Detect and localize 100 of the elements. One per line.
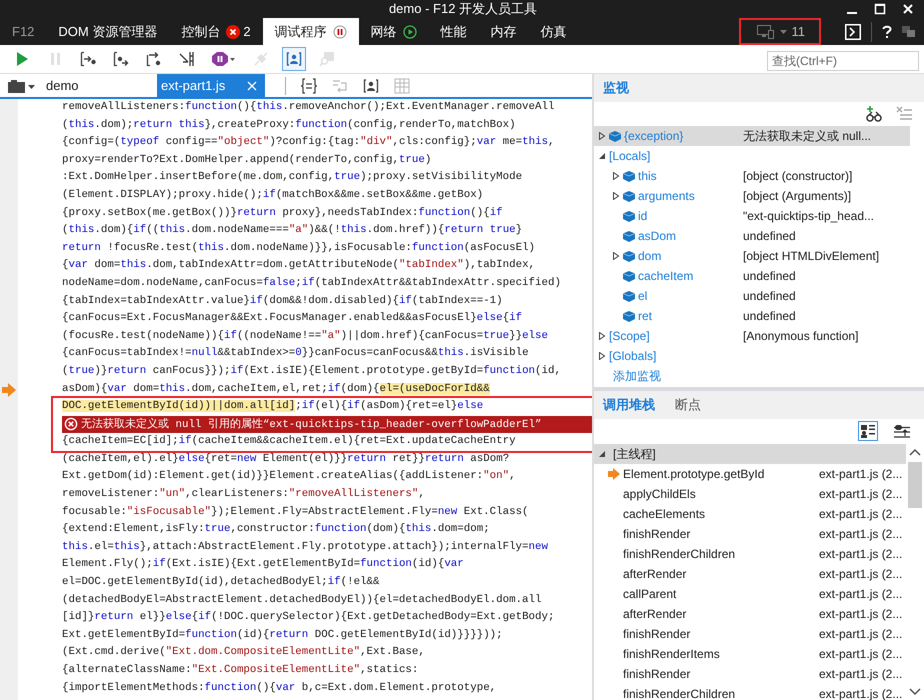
collapsed-triangle-icon[interactable] <box>598 352 606 360</box>
person-braces-icon[interactable] <box>363 78 379 94</box>
watch-row[interactable]: id "ext-quicktips-tip_head... <box>594 206 910 226</box>
code-line: (this.dom){if((this.dom.nodeName==="a")&&(!this.dom.href)){return true} <box>61 223 524 238</box>
chevron-down-icon[interactable] <box>909 688 921 696</box>
stack-frame[interactable]: afterRender ext-part1.js (2... <box>594 564 906 584</box>
stack-frame[interactable]: cacheElements ext-part1.js (2... <box>594 504 906 524</box>
variable-value: "ext-quicktips-tip_head... <box>743 209 874 223</box>
error-message: 无法获取未定义或 null 引用的属性“ext-quicktips-tip_header-overflowPadderEl” <box>62 416 592 434</box>
file-tab[interactable]: demo <box>43 74 142 97</box>
code-line: removeAllListeners:function(){this.removeAnchor();Ext.EventManager.removeAll <box>61 100 556 115</box>
scroll-thumb[interactable] <box>908 462 922 508</box>
console-icon[interactable] <box>845 24 861 40</box>
code-line: DOC.getElementById(id))||dom.all[id];if(el){if(asDom){ret=el}else <box>61 399 484 414</box>
stack-frame[interactable]: Element.prototype.getById ext-part1.js (2... <box>594 464 906 484</box>
search-field[interactable]: 查找(Ctrl+F) <box>767 51 919 71</box>
watch-row[interactable]: {exception} 无法获取未定义或 null... <box>594 126 910 146</box>
collapsed-triangle-icon[interactable] <box>612 252 620 260</box>
stack-frame[interactable]: applyChildEls ext-part1.js (2... <box>594 484 906 504</box>
glasses-plus-icon[interactable] <box>866 106 882 122</box>
watch-row[interactable]: [Scope] [Anonymous function] <box>594 326 910 346</box>
watch-row[interactable]: this [object (constructor)] <box>594 166 910 186</box>
file-tab[interactable]: ext-part1.js <box>157 74 265 97</box>
code-line: (focusRe.test(nodeName)){if((nodeName!=="a")||dom.href){canFocus=true}}else <box>61 328 549 344</box>
variable-name: ret <box>638 309 652 323</box>
code-line: Element.Fly();if(Ext.isIE){Ext.getElementById=function(id){var <box>61 557 465 572</box>
stack-frame[interactable]: finishRenderChildren ext-part1.js (2... <box>594 544 906 564</box>
watch-row[interactable]: el undefined <box>594 286 910 306</box>
code-line: return !focusRe.test(this.dom.nodeName)}},isFocusable:function(asFocusEl) <box>61 240 536 256</box>
code-line: {canFocus=Ext.FocusManager&&Ext.FocusManager.enabled&&asFocusEl}else{if <box>61 311 524 326</box>
watch-row[interactable]: [Globals] <box>594 346 910 366</box>
stack-frame[interactable]: finishRender ext-part1.js (2... <box>594 664 906 684</box>
cube-icon <box>623 250 635 262</box>
help-icon[interactable] <box>882 24 892 38</box>
stack-frame[interactable]: callParent ext-part1.js (2... <box>594 584 906 604</box>
error-count: 2 <box>243 24 251 39</box>
restore-icon[interactable] <box>902 26 916 38</box>
function-name: finishRender <box>623 627 692 641</box>
watch-row[interactable]: [Locals] <box>594 146 910 166</box>
close-icon[interactable] <box>902 3 914 15</box>
monitor-icon <box>756 24 774 38</box>
tool-tab[interactable]: 内存 <box>478 18 529 45</box>
stack-frame[interactable]: afterRender ext-part1.js (2... <box>594 604 906 624</box>
watch-row[interactable]: asDom undefined <box>594 226 910 246</box>
code-line: {proxy.setBox(me.getBox())}return proxy},needsTabIndex:function(){if <box>61 206 504 221</box>
tool-tab[interactable]: 控制台 2 <box>169 18 263 45</box>
frame-location: ext-part1.js (2... <box>819 627 902 641</box>
watch-row[interactable]: dom [object HTMLDivElement] <box>594 246 910 266</box>
function-name: finishRender <box>623 527 692 541</box>
maximize-icon[interactable] <box>874 3 886 15</box>
braces-icon[interactable] <box>301 78 317 94</box>
collapsed-triangle-icon[interactable] <box>598 132 606 140</box>
list-person-button[interactable] <box>858 421 878 441</box>
code-line: (true)}return canFocus}});if(Ext.isIE){Element.prototype.getById=function(id, <box>61 364 562 379</box>
expanded-triangle-icon[interactable] <box>598 450 606 458</box>
collapsed-triangle-icon[interactable] <box>612 172 620 180</box>
magnifier-icon <box>319 51 335 67</box>
code-line: (cacheItem,el).el}else{ret=new Element(el)}}return ret}}return asDom? <box>61 452 510 467</box>
code-line: (Ext.cmd.derive("Ext.dom.CompositeElementLite",Ext.Base, <box>61 645 426 660</box>
cube-icon <box>623 310 635 322</box>
code-line: focusable:"isFocusable"});Element.Fly=AbstractElement.Fly=new Ext.Class( <box>61 504 530 520</box>
bracket-icon <box>179 51 195 67</box>
step-out-icon <box>146 51 162 67</box>
code-line: {alternateClassName:"Ext.CompositeElementLite",statics: <box>61 663 420 678</box>
function-name: finishRenderChildren <box>623 547 736 561</box>
tool-tab[interactable]: 调试程序 <box>262 18 359 45</box>
code-line: nodeName=dom.nodeName,canFocus=false;if(tabIndexAttr&&tabIndexAttr.specified) <box>61 276 562 291</box>
variable-name: [Locals] <box>609 149 650 163</box>
thread-row[interactable]: [主线程] <box>594 444 906 464</box>
add-watch-link[interactable]: 添加监视 <box>613 368 661 384</box>
plug-icon <box>253 51 269 67</box>
chevron-up-icon[interactable] <box>909 448 921 456</box>
variable-name: id <box>638 209 648 223</box>
panel-tab[interactable]: 调用堆栈 <box>603 396 665 414</box>
step-into-icon <box>80 51 96 67</box>
variable-name: el <box>638 289 648 303</box>
panel-tab[interactable]: 断点 <box>675 396 711 414</box>
tool-tab[interactable]: 仿真 <box>528 18 579 45</box>
watch-row[interactable]: ret undefined <box>594 306 910 326</box>
code-line: this.el=this},attach:AbstractElement.Fly.prototype.attach});internalFly=new <box>61 540 549 555</box>
expanded-triangle-icon[interactable] <box>598 152 606 160</box>
tool-tab[interactable]: 网络 <box>358 18 429 45</box>
tool-tab[interactable]: DOM 资源管理器 <box>46 18 170 45</box>
watch-row[interactable]: cacheItem undefined <box>594 266 910 286</box>
watch-row[interactable]: arguments [object (Arguments)] <box>594 186 910 206</box>
function-name: callParent <box>623 587 678 601</box>
stack-frame[interactable]: finishRenderItems ext-part1.js (2... <box>594 644 906 664</box>
folder-icon <box>8 78 35 92</box>
collapsed-triangle-icon[interactable] <box>612 192 620 200</box>
variable-value: [Anonymous function] <box>743 329 858 343</box>
function-name: Element.prototype.getById <box>623 467 766 481</box>
target-selector[interactable]: 11 <box>738 18 821 45</box>
person-braces-button[interactable] <box>282 47 306 71</box>
collapsed-triangle-icon[interactable] <box>598 332 606 340</box>
tool-tab[interactable]: F12 <box>0 18 46 45</box>
error-icon <box>64 417 78 432</box>
stack-frame[interactable]: finishRender ext-part1.js (2... <box>594 624 906 644</box>
tool-tab[interactable]: 性能 <box>428 18 479 45</box>
code-line: (detachedBodyEl=AbstractElement.detachedBodyEl)){el=detachedBodyEl.dom.all <box>61 592 542 608</box>
stack-frame[interactable]: finishRender ext-part1.js (2... <box>594 524 906 544</box>
